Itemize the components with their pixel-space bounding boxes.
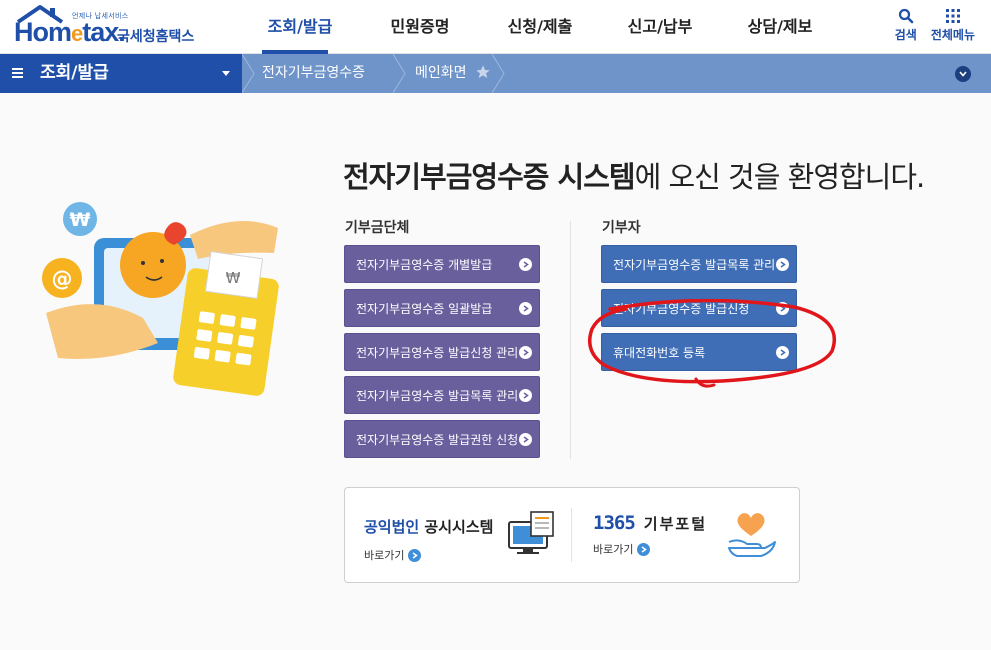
org-bulk-issue-button[interactable]: 전자기부금영수증 일괄발급 bbox=[344, 289, 540, 327]
public-disclosure-shortcut[interactable]: 바로가기 bbox=[364, 547, 493, 563]
arrow-right-icon bbox=[408, 548, 422, 562]
button-label: 전자기부금영수증 일괄발급 bbox=[356, 302, 493, 316]
top-header: 언제나 납세서비스 Hometax. 국세청홈택스 조회/발급 민원증명 신청/… bbox=[0, 0, 991, 54]
gnb-menu-application[interactable]: 신청/제출 bbox=[480, 0, 600, 54]
star-favorite-icon[interactable] bbox=[475, 64, 491, 80]
donor-issue-list-manage-button[interactable]: 전자기부금영수증 발급목록 관리 bbox=[601, 245, 797, 283]
arrow-right-icon bbox=[519, 433, 532, 446]
logo-brand: Hometax. bbox=[14, 17, 126, 49]
public-disclosure-title-rest: 공시시스템 bbox=[419, 518, 494, 536]
gnb-menu-counsel[interactable]: 상담/제보 bbox=[720, 0, 840, 54]
donation-portal-title: 1365 기부포털 bbox=[593, 512, 707, 534]
svg-text:@: @ bbox=[52, 267, 73, 291]
org-issue-request-manage-button[interactable]: 전자기부금영수증 발급신청 관리 bbox=[344, 333, 540, 371]
arrow-right-icon bbox=[776, 302, 789, 315]
arrow-right-icon bbox=[519, 258, 532, 271]
hamburger-icon bbox=[12, 68, 23, 78]
lnb-label: 조회/발급 bbox=[40, 63, 109, 83]
donor-group-title: 기부자 bbox=[602, 220, 641, 236]
svg-text:₩: ₩ bbox=[226, 269, 241, 287]
welcome-heading-bold: 전자기부금영수증 시스템 bbox=[343, 160, 636, 194]
org-group-title: 기부금단체 bbox=[345, 220, 410, 236]
welcome-heading: 전자기부금영수증 시스템에 오신 것을 환영합니다. bbox=[343, 154, 926, 196]
global-nav: 조회/발급 민원증명 신청/제출 신고/납부 상담/제보 bbox=[240, 0, 840, 54]
button-label: 전자기부금영수증 발급신청 관리 bbox=[356, 346, 519, 360]
svg-text:₩: ₩ bbox=[70, 209, 91, 231]
org-individual-issue-button[interactable]: 전자기부금영수증 개별발급 bbox=[344, 245, 540, 283]
shortcut-label: 바로가기 bbox=[364, 549, 405, 562]
arrow-right-icon bbox=[637, 542, 651, 556]
portal-word: 기부포털 bbox=[643, 515, 707, 533]
button-label: 전자기부금영수증 발급목록 관리 bbox=[613, 258, 776, 272]
logo-brand-e: e bbox=[71, 21, 83, 46]
donation-portal-link[interactable]: 1365 기부포털 바로가기 bbox=[593, 512, 707, 557]
arrow-right-icon bbox=[776, 346, 789, 359]
gnb-menu-inquiry[interactable]: 조회/발급 bbox=[240, 0, 360, 54]
caret-down-icon bbox=[222, 71, 230, 76]
gnb-menu-certificates[interactable]: 민원증명 bbox=[360, 0, 480, 54]
expand-toggle-button[interactable] bbox=[955, 66, 971, 82]
breadcrumb-separator-icon bbox=[492, 54, 505, 93]
button-label: 전자기부금영수증 발급권한 신청 bbox=[356, 433, 519, 447]
public-disclosure-link[interactable]: 공익법인 공시시스템 바로가기 bbox=[364, 516, 493, 563]
button-label: 전자기부금영수증 발급신청 bbox=[613, 302, 750, 316]
public-disclosure-title: 공익법인 공시시스템 bbox=[364, 516, 493, 537]
donation-portal-shortcut[interactable]: 바로가기 bbox=[593, 541, 707, 557]
org-issue-permission-request-button[interactable]: 전자기부금영수증 발급권한 신청 bbox=[344, 420, 540, 458]
gnb-menu-filing[interactable]: 신고/납부 bbox=[600, 0, 720, 54]
chevron-down-icon bbox=[959, 71, 967, 77]
breadcrumb-item-receipt[interactable]: 전자기부금영수증 bbox=[262, 54, 365, 93]
arrow-right-icon bbox=[519, 346, 532, 359]
group-divider bbox=[570, 221, 571, 459]
monitor-document-icon bbox=[508, 511, 554, 554]
all-menu-label: 전체메뉴 bbox=[930, 28, 975, 42]
search-label: 검색 bbox=[894, 28, 917, 42]
links-divider bbox=[571, 508, 572, 562]
welcome-heading-rest: 에 오신 것을 환영합니다. bbox=[634, 160, 926, 194]
main-content: ₩ @ ₩ 전자기부금영수증 시스템에 오신 것을 환영합니다. 기부금단체 기… bbox=[0, 93, 991, 650]
breadcrumb-bar: 조회/발급 전자기부금영수증 메인화면 bbox=[0, 54, 991, 93]
public-disclosure-title-blue: 공익법인 bbox=[364, 518, 420, 536]
shortcut-label: 바로가기 bbox=[593, 543, 634, 556]
hometax-logo[interactable]: 언제나 납세서비스 Hometax. 국세청홈택스 bbox=[14, 4, 204, 50]
logo-org-name: 국세청홈택스 bbox=[117, 29, 195, 45]
logo-brand-part: Hom bbox=[14, 17, 72, 47]
arrow-right-icon bbox=[519, 389, 532, 402]
button-label: 전자기부금영수증 발급목록 관리 bbox=[356, 389, 519, 403]
breadcrumb-separator-icon bbox=[393, 54, 406, 93]
heart-hand-icon bbox=[728, 513, 776, 557]
donor-phone-register-button[interactable]: 휴대전화번호 등록 bbox=[601, 333, 797, 371]
arrow-right-icon bbox=[519, 302, 532, 315]
button-label: 전자기부금영수증 개별발급 bbox=[356, 258, 493, 272]
donation-illustration: ₩ @ ₩ bbox=[42, 202, 279, 396]
breadcrumb-item-main[interactable]: 메인화면 bbox=[415, 54, 467, 93]
lnb-menu-dropdown[interactable]: 조회/발급 bbox=[0, 54, 242, 93]
portal-number: 1365 bbox=[593, 512, 636, 534]
all-menu-button[interactable]: 전체메뉴 bbox=[931, 6, 975, 43]
button-label: 휴대전화번호 등록 bbox=[613, 346, 706, 360]
search-button[interactable]: 검색 bbox=[895, 6, 917, 43]
external-links-box: 공익법인 공시시스템 바로가기 1365 기부포털 바로가기 bbox=[344, 487, 800, 583]
grid-menu-icon bbox=[943, 6, 963, 26]
breadcrumb-separator-icon bbox=[242, 54, 255, 93]
donor-issue-request-button[interactable]: 전자기부금영수증 발급신청 bbox=[601, 289, 797, 327]
arrow-right-icon bbox=[776, 258, 789, 271]
org-issue-list-manage-button[interactable]: 전자기부금영수증 발급목록 관리 bbox=[344, 376, 540, 414]
search-icon bbox=[896, 6, 916, 26]
utility-menu: 검색 전체메뉴 bbox=[895, 6, 975, 43]
